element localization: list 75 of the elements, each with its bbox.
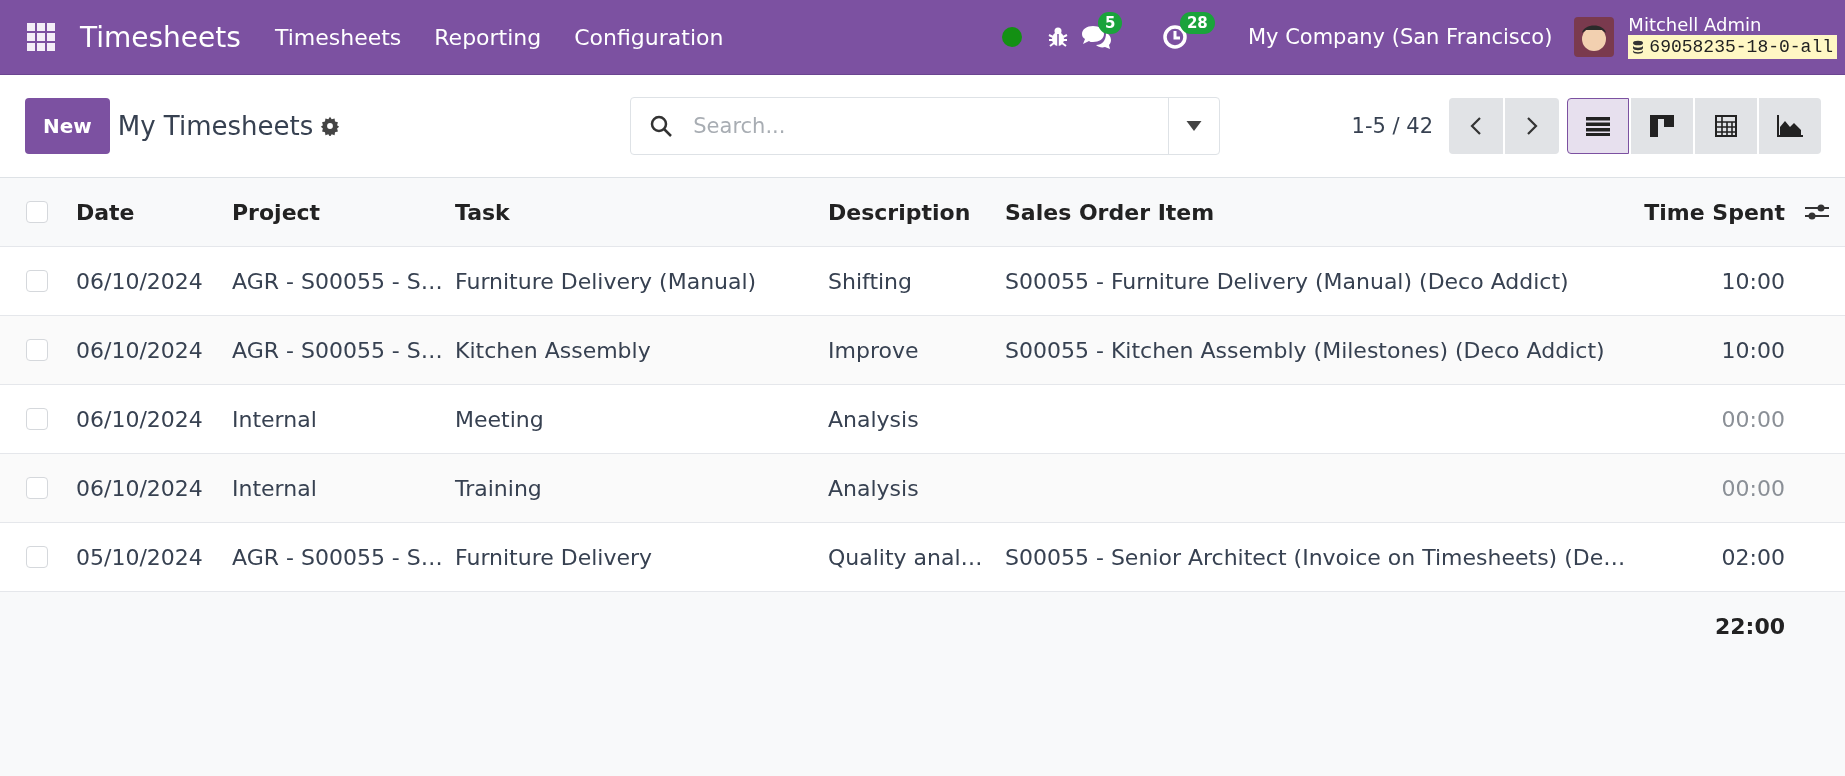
table-cell-text: 05/10/2024 <box>76 544 204 570</box>
table-cell-text: Meeting <box>455 406 545 432</box>
table-cell-text: 02:00 <box>1720 544 1785 570</box>
table-cell-text: Internal <box>232 406 318 432</box>
table-row[interactable]: 06/10/2024 Internal Training Analysis 00:00 <box>0 454 1845 523</box>
table-cell-text: Analysis <box>828 406 920 432</box>
column-header[interactable]: Time Spent <box>1625 199 1785 225</box>
message-count-badge: 5 <box>1097 12 1123 34</box>
table-cell-text: AGR - S00055 - S… <box>232 268 444 294</box>
chevron-right-icon <box>1526 115 1538 137</box>
kanban-view-button[interactable] <box>1631 98 1693 154</box>
select-all-checkbox[interactable] <box>26 201 48 223</box>
table-cell-text: Training <box>455 475 543 501</box>
new-button[interactable]: New <box>25 98 110 154</box>
column-header[interactable]: Task <box>455 199 828 225</box>
table-cell-text: 06/10/2024 <box>76 406 204 432</box>
table-cell-text: S00055 - Kitchen Assembly (Milestones) (Deco Addict) <box>1005 337 1606 363</box>
menu-item[interactable]: Timesheets <box>274 24 402 50</box>
database-name: 69058235-18-0-all <box>1649 37 1833 57</box>
sliders-icon[interactable] <box>1805 202 1829 222</box>
table-cell-text: AGR - S00055 - S… <box>232 544 444 570</box>
settings-icon[interactable] <box>320 116 341 136</box>
row-checkbox[interactable] <box>26 408 48 430</box>
search-input[interactable]: Search... <box>691 113 1169 139</box>
activity-count-badge: 28 <box>1179 12 1215 34</box>
row-checkbox[interactable] <box>26 339 48 361</box>
row-checkbox[interactable] <box>26 477 48 499</box>
avatar-icon[interactable] <box>1574 17 1615 57</box>
database-icon <box>1632 40 1645 54</box>
table-cell-text: Internal <box>232 475 318 501</box>
column-header[interactable]: Description <box>828 199 1005 225</box>
app-title[interactable]: Timesheets <box>80 20 241 54</box>
table-cell-text: 06/10/2024 <box>76 337 204 363</box>
area-chart-icon <box>1777 115 1803 137</box>
column-header[interactable]: Date <box>76 199 232 225</box>
table-cell-text: AGR - S00055 - S… <box>232 337 444 363</box>
company-switcher[interactable]: My Company (San Francisco) <box>1247 25 1553 49</box>
clock-icon[interactable] <box>1161 24 1188 50</box>
table-cell-text: 10:00 <box>1720 337 1785 363</box>
table-cell-text: Analysis <box>828 475 920 501</box>
row-checkbox[interactable] <box>26 270 48 292</box>
list-icon <box>1586 116 1610 136</box>
kanban-icon <box>1650 115 1674 137</box>
table-cell-text: Shifting <box>828 268 914 294</box>
table-cell: S00055 - Senior Architect (Invoice on Timesheets) (De… <box>1005 544 1625 570</box>
table-cell-text: 06/10/2024 <box>76 475 204 501</box>
list-view-button[interactable] <box>1567 98 1629 154</box>
column-header[interactable]: Sales Order Item <box>1005 199 1625 225</box>
menu-item[interactable]: Configuration <box>574 24 724 50</box>
table-cell-text: Furniture Delivery (Manual) <box>455 268 758 294</box>
table-grid-icon <box>1715 115 1737 137</box>
table-cell-text: Kitchen Assembly <box>455 337 652 363</box>
graph-view-button[interactable] <box>1759 98 1821 154</box>
table-cell-text: 10:00 <box>1720 268 1785 294</box>
search-field[interactable]: Search... <box>630 97 1221 155</box>
chevron-left-icon <box>1470 115 1482 137</box>
table-cell-text: Quality anal… <box>828 544 984 570</box>
total-time: 22:00 <box>1713 614 1785 639</box>
table-row[interactable]: 06/10/2024 AGR - S00055 - S… Kitchen Assembly Improve S00055 - Kitchen Assembly (Milestones) (Deco Addict) 10:00 <box>0 316 1845 385</box>
search-icon <box>649 114 674 138</box>
pivot-view-button[interactable] <box>1695 98 1757 154</box>
pager-counter[interactable]: 1-5 / 42 <box>1351 114 1433 138</box>
table-cell-text: Furniture Delivery <box>455 544 654 570</box>
column-header[interactable]: Project <box>232 199 455 225</box>
table-cell-text: Improve <box>828 337 920 363</box>
caret-icon[interactable] <box>1186 121 1203 131</box>
table-cell-text: 06/10/2024 <box>76 268 204 294</box>
table-cell-text: 00:00 <box>1720 406 1785 432</box>
page-title: My Timesheets <box>117 111 314 141</box>
user-name[interactable]: Mitchell Admin <box>1628 15 1837 35</box>
table-cell-text: 00:00 <box>1720 475 1785 501</box>
row-checkbox[interactable] <box>26 546 48 568</box>
menu-item[interactable]: Reporting <box>434 24 542 50</box>
table-cell-text: S00055 - Furniture Delivery (Manual) (Deco Addict) <box>1005 268 1570 294</box>
app-grid-icon[interactable] <box>26 22 56 52</box>
